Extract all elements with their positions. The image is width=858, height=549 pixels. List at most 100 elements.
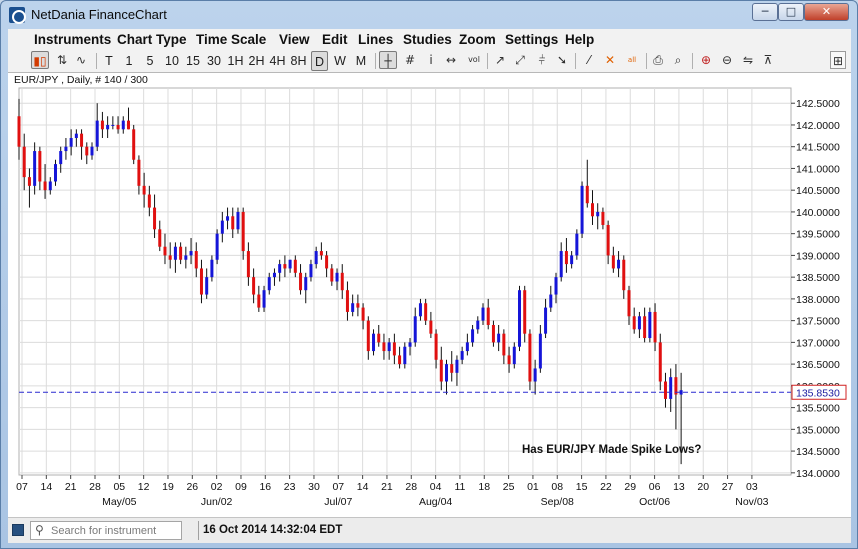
candle-body (445, 364, 449, 382)
timescale-tick[interactable]: T (103, 51, 115, 71)
candle-body (74, 133, 78, 139)
x-tick-label: 23 (284, 481, 296, 493)
candle-body (59, 151, 63, 165)
close-button[interactable]: ✕ (804, 3, 849, 21)
cursor-icon[interactable]: ➘ (554, 51, 570, 69)
settings-icon[interactable]: ⊞ (830, 51, 846, 69)
maximize-button[interactable]: □ (778, 3, 804, 21)
candle-body (497, 333, 501, 343)
line-chart-icon[interactable]: ∿ (73, 51, 89, 69)
menu-lines[interactable]: Lines (358, 32, 393, 47)
candle-body (637, 316, 641, 330)
toolbar-separator (692, 53, 693, 69)
x-month-label: Jul/07 (324, 496, 352, 508)
delete-icon[interactable]: ✕ (602, 51, 618, 69)
candle-body (325, 255, 329, 269)
candle-body (194, 251, 198, 269)
timescale-5min[interactable]: 5 (144, 51, 156, 71)
candle-body (48, 181, 52, 191)
candle-body (653, 311, 657, 343)
candlestick-icon[interactable]: ▮▯ (31, 51, 49, 69)
menu-zoom[interactable]: Zoom (459, 32, 496, 47)
timescale-1h[interactable]: 1H (227, 51, 244, 71)
candle-body (147, 194, 151, 208)
candle-body (481, 307, 485, 321)
preview-icon[interactable]: ⌕ (670, 51, 686, 69)
pen-icon[interactable]: ⁄ (581, 51, 597, 69)
candle (518, 285, 522, 352)
zoom-in-icon[interactable]: ⊕ (698, 51, 714, 69)
menu-studies[interactable]: Studies (403, 32, 452, 47)
y-tick-label: 139.5000 (796, 229, 840, 241)
y-tick-label: 137.0000 (796, 337, 840, 349)
menu-help[interactable]: Help (565, 32, 594, 47)
zoom-out-icon[interactable]: ⊖ (719, 51, 735, 69)
delete-all-icon[interactable]: all (622, 51, 642, 69)
timescale-4h[interactable]: 4H (269, 51, 286, 71)
x-month-label: Jun/02 (201, 496, 233, 508)
candle-body (361, 307, 365, 321)
candle-body (106, 124, 110, 130)
candle-body (403, 346, 407, 365)
candle-body (366, 320, 370, 352)
candle-body (226, 216, 230, 221)
chart-panel[interactable]: 142.5000 142.0000 141.5000 141.0000 140.5000… (8, 73, 851, 517)
timescale-30min[interactable]: 30 (206, 51, 222, 71)
timescale-monthly[interactable]: M (354, 51, 368, 71)
x-month-label: May/05 (102, 496, 137, 508)
x-month-label: Oct/06 (639, 496, 670, 508)
print-icon[interactable]: ⎙ (650, 51, 666, 69)
candle-body (288, 259, 292, 269)
menu-view[interactable]: View (279, 32, 310, 47)
candle-body (153, 207, 157, 230)
search-input[interactable] (51, 523, 179, 538)
candle-body (382, 342, 386, 352)
search-box[interactable]: ⚲ (30, 521, 182, 540)
arrows-icon[interactable]: ↔ (443, 51, 459, 69)
toolbar-separator (575, 53, 576, 69)
x-tick-label: 25 (503, 481, 515, 493)
menu-settings[interactable]: Settings (505, 32, 558, 47)
candle-body (392, 342, 396, 356)
candle-body (502, 333, 506, 356)
trendline-icon[interactable]: ↗ (492, 51, 508, 69)
y-tick-label: 139.0000 (796, 250, 840, 262)
timescale-weekly[interactable]: W (333, 51, 347, 71)
timescale-10min[interactable]: 10 (164, 51, 180, 71)
timescale-15min[interactable]: 15 (185, 51, 201, 71)
channel-icon[interactable]: ⤢ (512, 51, 528, 69)
candle-body (299, 272, 303, 291)
connection-icon (12, 524, 24, 536)
candle-body (455, 359, 459, 373)
menu-instruments[interactable]: Instruments (34, 32, 111, 47)
menu-edit[interactable]: Edit (322, 32, 348, 47)
info-icon[interactable]: i (423, 51, 439, 69)
candle-body (137, 159, 141, 186)
timescale-8h[interactable]: 8H (290, 51, 307, 71)
timescale-2h[interactable]: 2H (248, 51, 265, 71)
volume-icon[interactable]: vol (464, 51, 484, 69)
x-tick-label: 21 (381, 481, 393, 493)
timescale-1min[interactable]: 1 (123, 51, 135, 71)
candle-body (184, 255, 188, 260)
candle-body (179, 246, 183, 260)
toolbar-separator (96, 53, 97, 69)
bar-chart-icon[interactable]: ⇅ (54, 51, 70, 69)
fibonacci-icon[interactable]: ⫩ (534, 51, 550, 69)
candle-body (345, 290, 349, 312)
x-tick-label: 12 (138, 481, 150, 493)
grid-icon[interactable]: # (402, 51, 418, 69)
menu-time-scale[interactable]: Time Scale (196, 32, 266, 47)
x-tick-label: 30 (308, 481, 320, 493)
minimize-button[interactable]: ─ (752, 3, 778, 21)
candlestick-chart[interactable]: 142.5000 142.0000 141.5000 141.0000 140.5000… (8, 73, 851, 517)
timescale-daily[interactable]: D (311, 51, 328, 71)
menu-chart-type[interactable]: Chart Type (117, 32, 187, 47)
x-month-label: Nov/03 (735, 496, 768, 508)
title-bar[interactable]: NetDania FinanceChart ─ □ ✕ (1, 1, 857, 29)
y-tick-label: 140.0000 (796, 207, 840, 219)
scale-icon[interactable]: ⊼ (760, 51, 776, 69)
crosshair-icon[interactable]: ┼ (379, 51, 397, 69)
y-tick-label: 138.0000 (796, 294, 840, 306)
fit-icon[interactable]: ⇋ (740, 51, 756, 69)
